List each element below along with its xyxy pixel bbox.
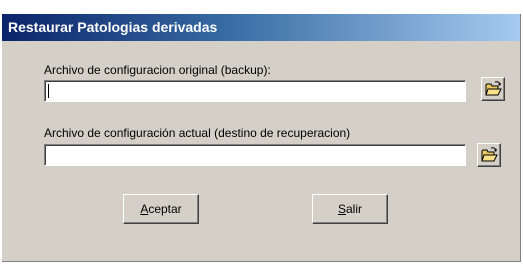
dialog-window: Restaurar Patologias derivadas Archivo d… — [2, 14, 521, 262]
accept-mnemonic: A — [140, 202, 149, 216]
open-folder-icon — [485, 81, 502, 96]
exit-mnemonic: S — [337, 202, 346, 216]
original-file-input[interactable] — [44, 80, 466, 102]
exit-button[interactable]: Salir — [312, 194, 388, 224]
browse-original-button[interactable] — [481, 77, 505, 101]
accept-label: ceptar — [148, 202, 182, 216]
current-file-input[interactable] — [44, 144, 466, 166]
open-folder-icon — [481, 147, 498, 162]
text-caret — [48, 84, 49, 98]
accept-button[interactable]: Aceptar — [123, 194, 199, 224]
exit-label: alir — [346, 202, 363, 216]
original-file-label: Archivo de configuracion original (backu… — [44, 63, 271, 77]
window-title: Restaurar Patologias derivadas — [8, 19, 218, 35]
title-bar[interactable]: Restaurar Patologias derivadas — [2, 14, 520, 41]
current-file-label: Archivo de configuración actual (destino… — [44, 126, 351, 140]
browse-current-button[interactable] — [477, 143, 501, 167]
